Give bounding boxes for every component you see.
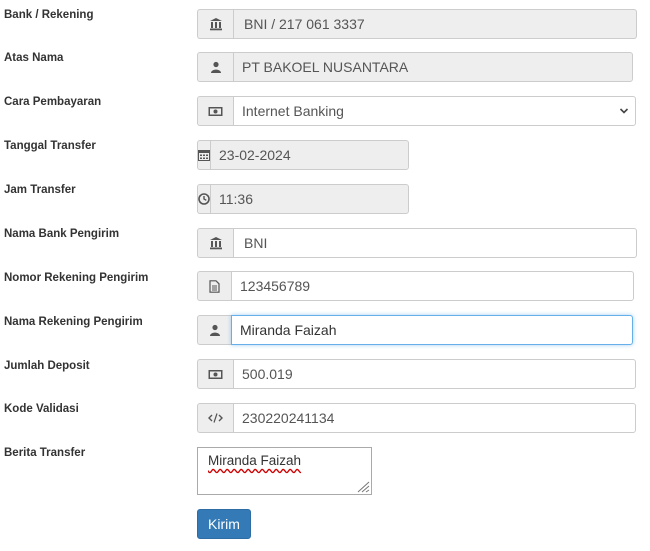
tanggal-transfer-group xyxy=(197,140,409,170)
jumlah-deposit-label: Jumlah Deposit xyxy=(4,360,90,372)
clock-icon xyxy=(197,184,210,214)
nomor-rekening-pengirim-input[interactable] xyxy=(231,271,634,301)
money-icon xyxy=(197,359,233,389)
kirim-button[interactable]: Kirim xyxy=(197,509,251,539)
nomor-rekening-pengirim-group xyxy=(197,271,634,301)
bank-rekening-group xyxy=(197,9,637,39)
berita-transfer-label: Berita Transfer xyxy=(4,447,86,459)
jam-transfer-field[interactable] xyxy=(210,184,409,214)
cara-pembayaran-wrap: Internet Banking xyxy=(233,96,636,126)
berita-transfer-textarea[interactable]: Miranda Faizah xyxy=(197,447,372,495)
nama-bank-pengirim-input[interactable] xyxy=(233,228,637,258)
nama-rekening-pengirim-label: Nama Rekening Pengirim xyxy=(4,316,143,328)
tanggal-transfer-label: Tanggal Transfer xyxy=(4,140,96,152)
kode-validasi-label: Kode Validasi xyxy=(4,403,79,415)
jumlah-deposit-group xyxy=(197,359,636,389)
cara-pembayaran-label: Cara Pembayaran xyxy=(4,96,102,108)
bank-icon xyxy=(197,228,233,258)
atas-nama-label: Atas Nama xyxy=(4,52,64,64)
money-icon xyxy=(197,96,233,126)
user-icon xyxy=(197,52,233,82)
nama-rekening-pengirim-group xyxy=(197,315,633,345)
jumlah-deposit-input[interactable] xyxy=(233,359,636,389)
atas-nama-field[interactable] xyxy=(233,52,633,82)
code-icon xyxy=(197,403,233,433)
nama-bank-pengirim-label: Nama Bank Pengirim xyxy=(4,228,120,240)
nama-bank-pengirim-group xyxy=(197,228,637,258)
kode-validasi-group xyxy=(197,403,636,433)
atas-nama-group xyxy=(197,52,633,82)
bank-rekening-label: Bank / Rekening xyxy=(4,9,94,21)
user-icon xyxy=(197,315,231,345)
nomor-rekening-pengirim-label: Nomor Rekening Pengirim xyxy=(4,272,149,284)
nama-rekening-pengirim-input[interactable] xyxy=(231,315,633,345)
calendar-icon xyxy=(197,140,210,170)
bank-rekening-field[interactable] xyxy=(233,9,637,39)
jam-transfer-group xyxy=(197,184,409,214)
kode-validasi-field[interactable] xyxy=(233,403,636,433)
cara-pembayaran-group: Internet Banking xyxy=(197,96,636,126)
bank-icon xyxy=(197,9,233,39)
document-icon xyxy=(197,271,231,301)
jam-transfer-label: Jam Transfer xyxy=(4,184,76,196)
cara-pembayaran-select[interactable]: Internet Banking xyxy=(233,96,636,126)
tanggal-transfer-field[interactable] xyxy=(210,140,409,170)
